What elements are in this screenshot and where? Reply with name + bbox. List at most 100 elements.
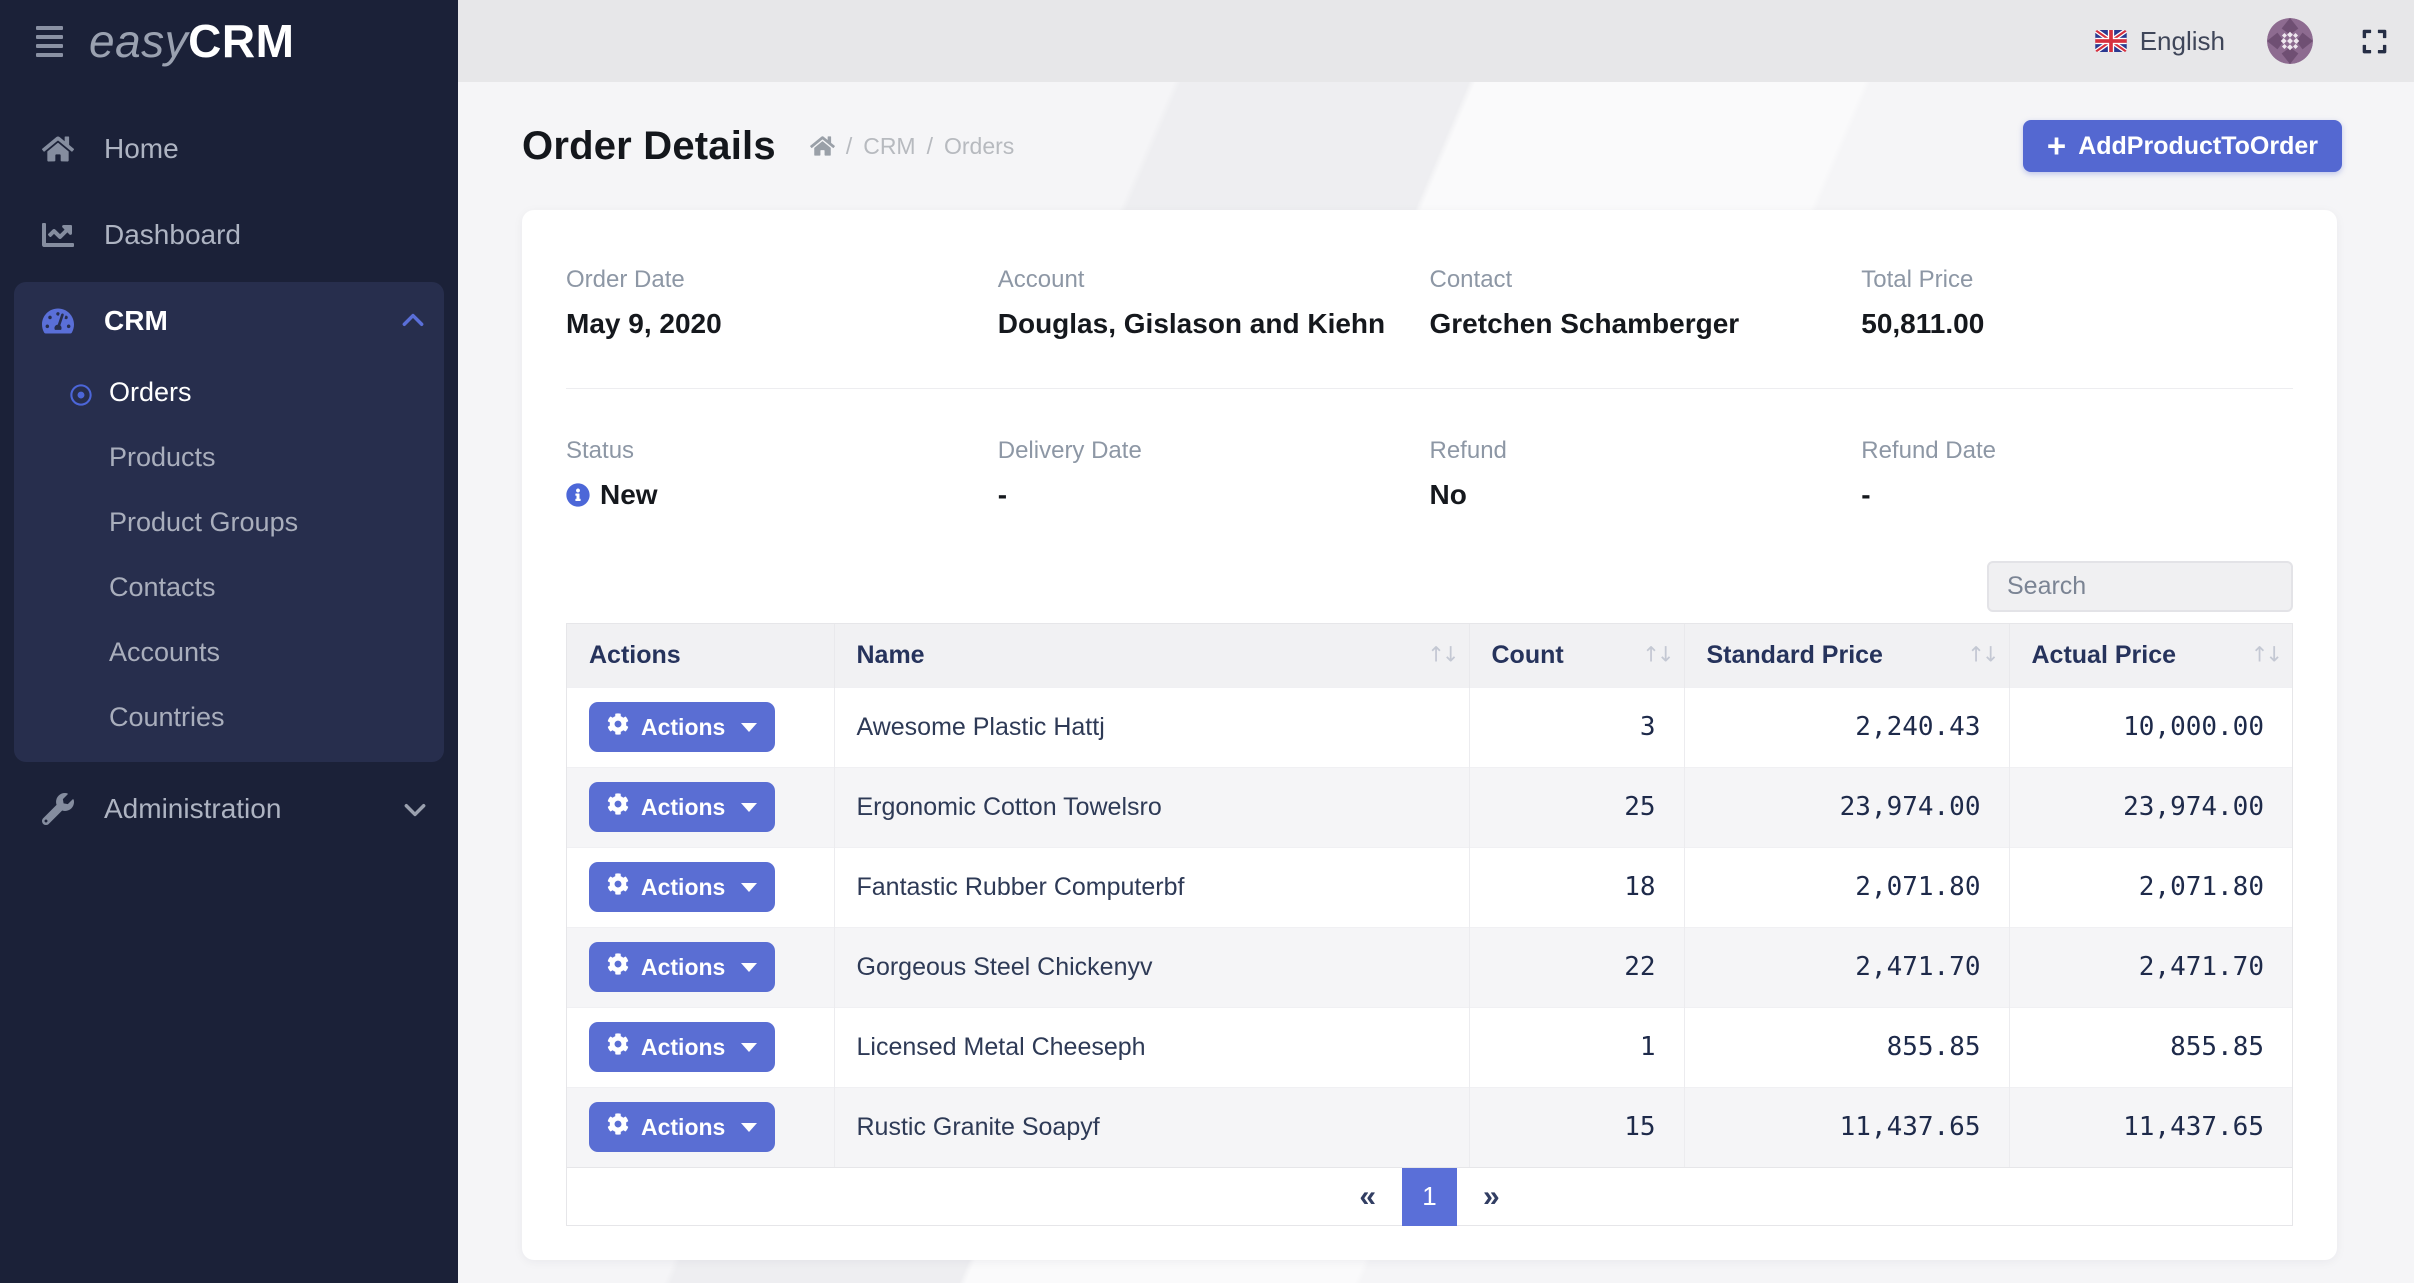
sidebar-item-label: CRM (104, 305, 400, 337)
field-value-text: - (998, 479, 1007, 511)
chart-line-icon (40, 217, 76, 253)
cell-actions: Actions (567, 847, 834, 927)
field-value: New (566, 479, 998, 511)
sidebar-item-label: Home (104, 133, 428, 165)
search-input[interactable] (1987, 561, 2293, 612)
cell-standard-price: 855.85 (1684, 1007, 2009, 1087)
sidebar-item-dashboard[interactable]: Dashboard (0, 192, 458, 278)
sidebar: easy CRM Home Dashboard (0, 0, 458, 1283)
sidebar-subitem-label: Product Groups (109, 507, 298, 538)
caret-down-icon (741, 1123, 757, 1132)
cell-actual-price: 2,071.80 (2009, 847, 2292, 927)
column-label: Name (857, 641, 925, 669)
app-logo[interactable]: easy CRM (89, 14, 294, 68)
fullscreen-icon[interactable] (2361, 28, 2388, 55)
row-actions-button[interactable]: Actions (589, 1102, 775, 1152)
sidebar-item-contacts[interactable]: Contacts (14, 555, 444, 620)
add-button-label: AddProductToOrder (2078, 132, 2318, 161)
breadcrumb-orders[interactable]: Orders (944, 133, 1014, 160)
cell-standard-price: 2,240.43 (1684, 687, 2009, 767)
main-content: Order Details / CRM / Orders + AddProduc… (458, 82, 2414, 1283)
field-label: Delivery Date (998, 437, 1430, 465)
sidebar-item-accounts[interactable]: Accounts (14, 620, 444, 685)
menu-toggle-icon[interactable] (36, 26, 63, 57)
row-actions-button[interactable]: Actions (589, 1022, 775, 1072)
gauge-icon (40, 303, 76, 339)
breadcrumb-crm[interactable]: CRM (863, 133, 915, 160)
sidebar-item-products[interactable]: Products (14, 425, 444, 490)
sidebar-item-countries[interactable]: Countries (14, 685, 444, 750)
gear-icon (607, 1113, 629, 1141)
topbar: English (458, 0, 2414, 82)
actions-button-label: Actions (641, 794, 725, 821)
cell-actual-price: 11,437.65 (2009, 1087, 2292, 1167)
actions-button-label: Actions (641, 954, 725, 981)
field-label: Account (998, 266, 1430, 294)
actions-button-label: Actions (641, 1114, 725, 1141)
row-actions-button[interactable]: Actions (589, 702, 775, 752)
field-value-text: Gretchen Schamberger (1430, 308, 1740, 340)
table-header-row: ActionsName↑↓Count↑↓Standard Price↑↓Actu… (567, 624, 2292, 687)
field-refund-date: Refund Date- (1861, 437, 2293, 511)
sidebar-item-crm[interactable]: CRM (14, 282, 444, 360)
sort-icon: ↑↓ (1642, 643, 1671, 667)
language-label: English (2140, 26, 2225, 57)
field-account: Account Douglas, Gislason and Kiehn (998, 266, 1430, 340)
pagination-page-1[interactable]: 1 (1402, 1168, 1457, 1226)
add-product-to-order-button[interactable]: + AddProductToOrder (2023, 120, 2342, 172)
field-value-text: - (1861, 479, 1870, 511)
cell-actions: Actions (567, 687, 834, 767)
actions-button-label: Actions (641, 874, 725, 901)
field-order-date: Order DateMay 9, 2020 (566, 266, 998, 340)
column-header-standard-price[interactable]: Standard Price ↑↓ (1684, 624, 2009, 687)
cell-standard-price: 2,471.70 (1684, 927, 2009, 1007)
sidebar-item-administration[interactable]: Administration (0, 766, 458, 852)
cell-name: Gorgeous Steel Chickenyv (834, 927, 1469, 1007)
cell-actual-price: 2,471.70 (2009, 927, 2292, 1007)
pagination-next[interactable]: » (1457, 1180, 1526, 1214)
field-value: May 9, 2020 (566, 308, 998, 340)
chevron-up-icon (400, 308, 426, 334)
sort-icon: ↑↓ (1967, 643, 1996, 667)
order-fields-row1: Order DateMay 9, 2020Account Douglas, Gis… (566, 266, 2293, 389)
logo-crm-text: CRM (188, 14, 294, 68)
sidebar-header: easy CRM (0, 0, 458, 82)
table-body: ActionsAwesome Plastic Hattj32,240.4310,… (567, 687, 2292, 1167)
caret-down-icon (741, 963, 757, 972)
sort-icon: ↑↓ (2251, 643, 2280, 667)
field-value: Gretchen Schamberger (1430, 308, 1862, 340)
row-actions-button[interactable]: Actions (589, 782, 775, 832)
table-row: ActionsLicensed Metal Cheeseph1855.85855… (567, 1007, 2292, 1087)
sidebar-item-home[interactable]: Home (0, 106, 458, 192)
cell-standard-price: 11,437.65 (1684, 1087, 2009, 1167)
cell-name: Rustic Granite Soapyf (834, 1087, 1469, 1167)
pagination-prev[interactable]: « (1333, 1180, 1402, 1214)
sidebar-item-orders[interactable]: Orders (14, 360, 444, 425)
dot-circle-icon (70, 382, 92, 404)
field-value-text: Douglas, Gislason and Kiehn (998, 308, 1385, 340)
sidebar-item-product-groups[interactable]: Product Groups (14, 490, 444, 555)
caret-down-icon (741, 1043, 757, 1052)
caret-down-icon (741, 883, 757, 892)
column-header-count[interactable]: Count↑↓ (1469, 624, 1684, 687)
column-header-actual-price[interactable]: Actual Price↑↓ (2009, 624, 2292, 687)
table-row: ActionsFantastic Rubber Computerbf182,07… (567, 847, 2292, 927)
actions-button-label: Actions (641, 714, 725, 741)
row-actions-button[interactable]: Actions (589, 862, 775, 912)
gear-icon (607, 873, 629, 901)
avatar[interactable] (2267, 18, 2313, 64)
row-actions-button[interactable]: Actions (589, 942, 775, 992)
sidebar-subitem-label: Accounts (109, 637, 220, 668)
sidebar-item-label: Dashboard (104, 219, 428, 251)
breadcrumb-separator: / (846, 133, 852, 160)
language-selector[interactable]: English (2095, 26, 2225, 57)
field-value: - (998, 479, 1430, 511)
cell-actual-price: 10,000.00 (2009, 687, 2292, 767)
column-header-name[interactable]: Name↑↓ (834, 624, 1469, 687)
gear-icon (607, 793, 629, 821)
sidebar-subitem-label: Orders (109, 377, 192, 408)
cell-count: 22 (1469, 927, 1684, 1007)
breadcrumb-home-icon[interactable] (810, 135, 835, 157)
sidebar-group-crm: CRM Orders Products Product Groups Contacts… (14, 282, 444, 762)
column-label: Standard Price (1707, 641, 1883, 669)
